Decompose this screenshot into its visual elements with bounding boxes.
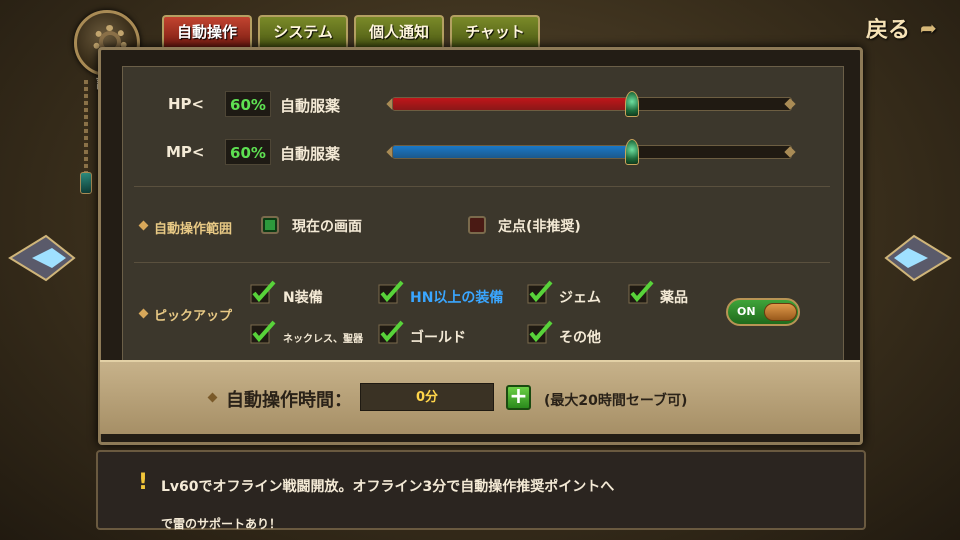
tip-line-1: Lv60でオフライン戦闘開放。オフライン3分で自動操作推奨ポイントへ (161, 479, 615, 495)
pickup-toggle[interactable]: ON (726, 298, 800, 326)
pickup-hn-equipment-label: HN以上の装備 (410, 290, 504, 306)
pickup-necklace-checkbox[interactable] (250, 320, 276, 344)
pickup-gem-checkbox[interactable] (527, 280, 553, 304)
lantern-icon (80, 172, 92, 194)
pickup-necklace-label: ネックレス、聖器 (283, 334, 363, 345)
mp-auto-potion-label: 自動服薬 (280, 145, 341, 163)
hp-slider-fill (393, 98, 632, 110)
exclamation-icon: ! (138, 470, 149, 495)
back-label: 戻る (866, 18, 911, 43)
mp-slider[interactable] (392, 145, 792, 159)
range-fixed-point-radio[interactable] (468, 216, 486, 234)
pickup-gold-checkbox[interactable] (378, 320, 404, 344)
add-time-button[interactable]: + (506, 385, 531, 410)
back-button[interactable]: 戻る ➦ (866, 12, 946, 46)
previous-page-arrow[interactable] (6, 228, 76, 288)
pickup-toggle-knob (764, 303, 797, 321)
pickup-toggle-label: ON (737, 305, 756, 318)
pickup-other-checkbox[interactable] (527, 320, 553, 344)
tab-system[interactable]: システム (258, 15, 348, 47)
mp-label: MP< (166, 143, 205, 161)
back-arrow-icon: ➦ (920, 16, 937, 40)
tab-chat[interactable]: チャット (450, 15, 540, 47)
hp-slider[interactable] (392, 97, 792, 111)
divider (134, 262, 830, 263)
hp-percent-value[interactable]: 60% (225, 91, 271, 117)
pickup-hn-equipment-checkbox[interactable] (378, 280, 404, 304)
mp-percent-value[interactable]: 60% (225, 139, 271, 165)
pickup-other-label: その他 (559, 330, 601, 346)
hp-slider-handle[interactable] (625, 91, 639, 117)
pickup-potion-checkbox[interactable] (628, 280, 654, 304)
pickup-n-equipment-label: N装備 (283, 290, 323, 306)
mp-slider-handle[interactable] (625, 139, 639, 165)
range-current-screen-radio[interactable] (261, 216, 279, 234)
range-fixed-point-label: 定点(非推奨) (498, 219, 581, 235)
hp-label: HP< (168, 95, 205, 113)
hp-auto-potion-label: 自動服薬 (280, 97, 341, 115)
pickup-label: ピックアップ (154, 309, 233, 324)
auto-time-value[interactable]: 0分 (360, 383, 494, 411)
auto-time-note: (最大20時間セーブ可) (544, 393, 688, 409)
tab-personal-notification[interactable]: 個人通知 (354, 15, 444, 47)
tab-auto-operation[interactable]: 自動操作 (162, 15, 252, 47)
tip-line-2: で雷のサポートあり！ (161, 517, 282, 531)
auto-range-label: 自動操作範囲 (154, 222, 233, 237)
pickup-gem-label: ジェム (559, 290, 601, 306)
range-current-screen-label: 現在の画面 (292, 219, 362, 235)
pickup-potion-label: 薬品 (660, 290, 688, 306)
divider (134, 186, 830, 187)
auto-time-label: 自動操作時間： (226, 390, 352, 411)
mp-slider-fill (393, 146, 632, 158)
pickup-n-equipment-checkbox[interactable] (250, 280, 276, 304)
pickup-gold-label: ゴールド (410, 330, 466, 346)
next-page-arrow[interactable] (884, 228, 954, 288)
